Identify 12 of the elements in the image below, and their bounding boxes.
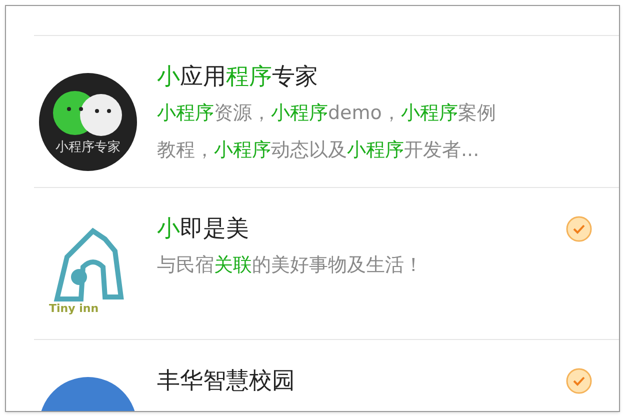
item-title: 小即是美 (157, 215, 250, 244)
house-logo-icon (53, 227, 125, 303)
list-item[interactable]: Tiny inn 小即是美 与民宿关联的美好事物及生活！ (34, 188, 619, 340)
item-description: 小程序资源，小程序demo，小程序案例 (157, 101, 497, 126)
logo-text: Tiny inn (49, 303, 99, 314)
item-title: 小应用程序专家 (157, 63, 319, 92)
logo-text: 小程序专家 (54, 141, 122, 154)
item-description: 教程，小程序动态以及小程序开发者... (157, 138, 480, 163)
item-title: 丰华智慧校园 (157, 367, 296, 396)
list-item[interactable]: 小程序专家 小应用程序专家 小程序资源，小程序demo，小程序案例 教程，小程序动态以及小程序开发者... (34, 36, 619, 188)
list-item[interactable]: 丰华智慧校园 (34, 340, 619, 411)
item-description: 与民宿关联的美好事物及生活！ (157, 253, 424, 278)
